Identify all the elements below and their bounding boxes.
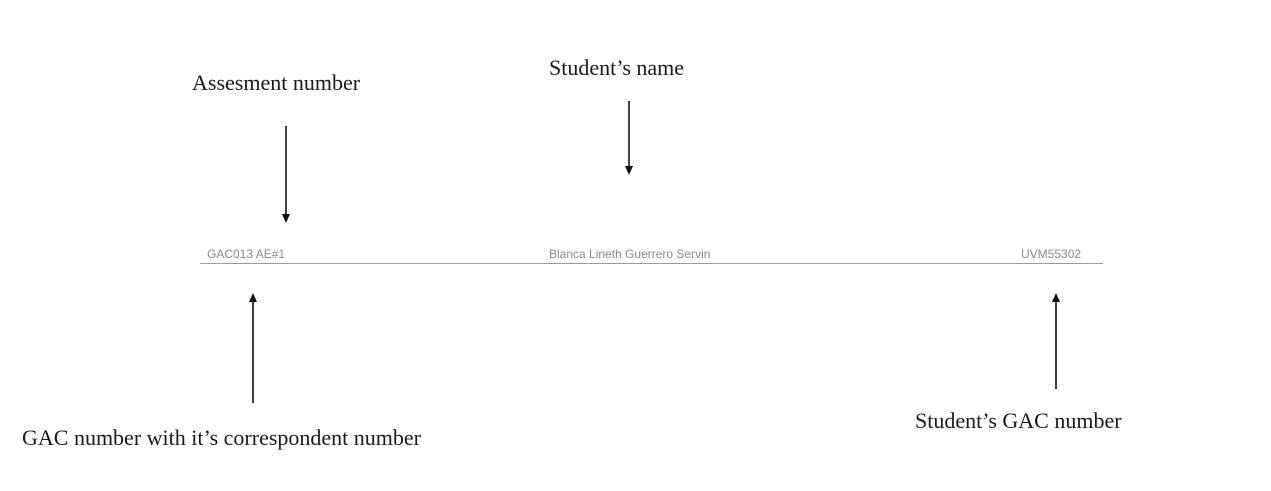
assessment-down-arrow (282, 126, 290, 223)
gac-number-up-arrow (249, 293, 257, 403)
students-gac-up-arrow (1052, 293, 1060, 389)
arrows-layer (249, 101, 1060, 403)
annotated-header-diagram: Assesment number Student’s name GAC013 A… (0, 0, 1271, 491)
students-name-down-arrow (625, 101, 633, 175)
